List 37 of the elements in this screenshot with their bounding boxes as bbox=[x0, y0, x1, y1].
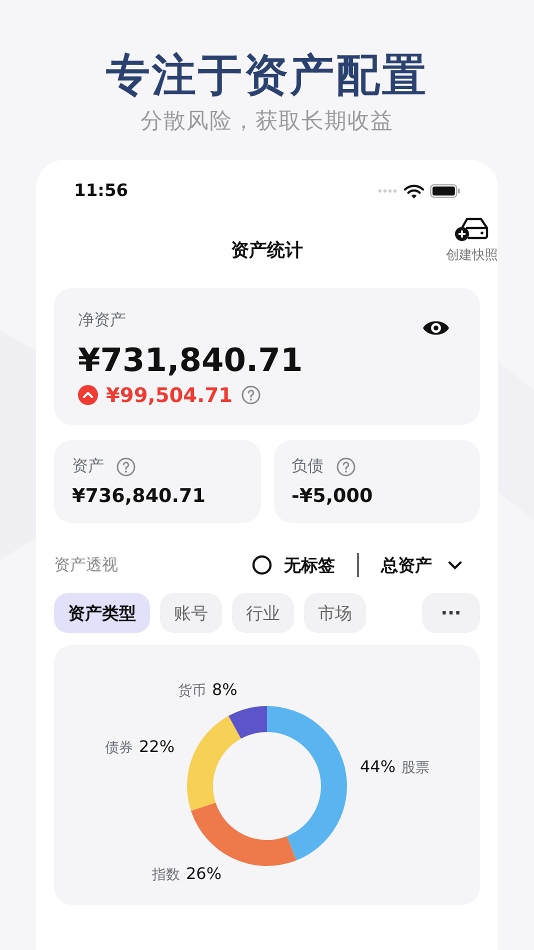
summary-label: 负债 bbox=[292, 456, 324, 477]
page-title: 资产统计 bbox=[231, 239, 303, 262]
help-icon[interactable] bbox=[116, 456, 136, 476]
chart-value-label: 44% bbox=[360, 757, 396, 776]
chart-category-label: 债券 bbox=[105, 739, 133, 757]
status-time: 11:56 bbox=[74, 181, 128, 201]
radio-circle-icon[interactable] bbox=[252, 555, 272, 575]
summary-amount: -¥5,000 bbox=[292, 485, 374, 507]
chart-category-label: 指数 bbox=[152, 866, 180, 884]
filter-tab[interactable]: 行业 bbox=[232, 593, 294, 633]
wifi-icon bbox=[404, 184, 424, 198]
net-assets-amount: ¥731,840.71 bbox=[78, 341, 304, 379]
headline: 专注于资产配置 bbox=[106, 49, 428, 103]
chart-category-label: 货币 bbox=[178, 682, 206, 700]
subtitle: 分散风险，获取长期收益 bbox=[140, 108, 394, 136]
summary-label: 资产 bbox=[72, 456, 104, 477]
filter-tab[interactable]: 账号 bbox=[160, 593, 222, 633]
scope-dropdown[interactable]: 总资产 bbox=[381, 554, 480, 576]
section-title: 资产透视 bbox=[54, 554, 119, 576]
help-icon[interactable] bbox=[240, 385, 261, 405]
help-icon[interactable] bbox=[336, 456, 356, 476]
chart-value-label: 8% bbox=[212, 680, 238, 699]
filter-tab[interactable]: 资产类型 bbox=[54, 593, 150, 633]
chart-value-label: 22% bbox=[139, 737, 175, 756]
summary-amount: ¥736,840.71 bbox=[72, 485, 206, 507]
chart-value-label: 26% bbox=[186, 864, 222, 883]
battery-icon bbox=[430, 184, 460, 198]
filter-tab[interactable]: 市场 bbox=[304, 593, 366, 633]
more-button[interactable]: ··· bbox=[422, 593, 480, 633]
chevron-down-icon bbox=[448, 560, 462, 570]
chart-category-label: 股票 bbox=[402, 759, 430, 777]
tag-filter-label[interactable]: 无标签 bbox=[284, 554, 335, 576]
change-amount: ¥99,504.71 bbox=[106, 383, 233, 407]
net-assets-label: 净资产 bbox=[78, 310, 126, 331]
signal-dots-icon bbox=[378, 189, 398, 193]
drive-plus-icon bbox=[454, 216, 490, 242]
create-snapshot-button[interactable]: 创建快照 bbox=[446, 216, 498, 264]
